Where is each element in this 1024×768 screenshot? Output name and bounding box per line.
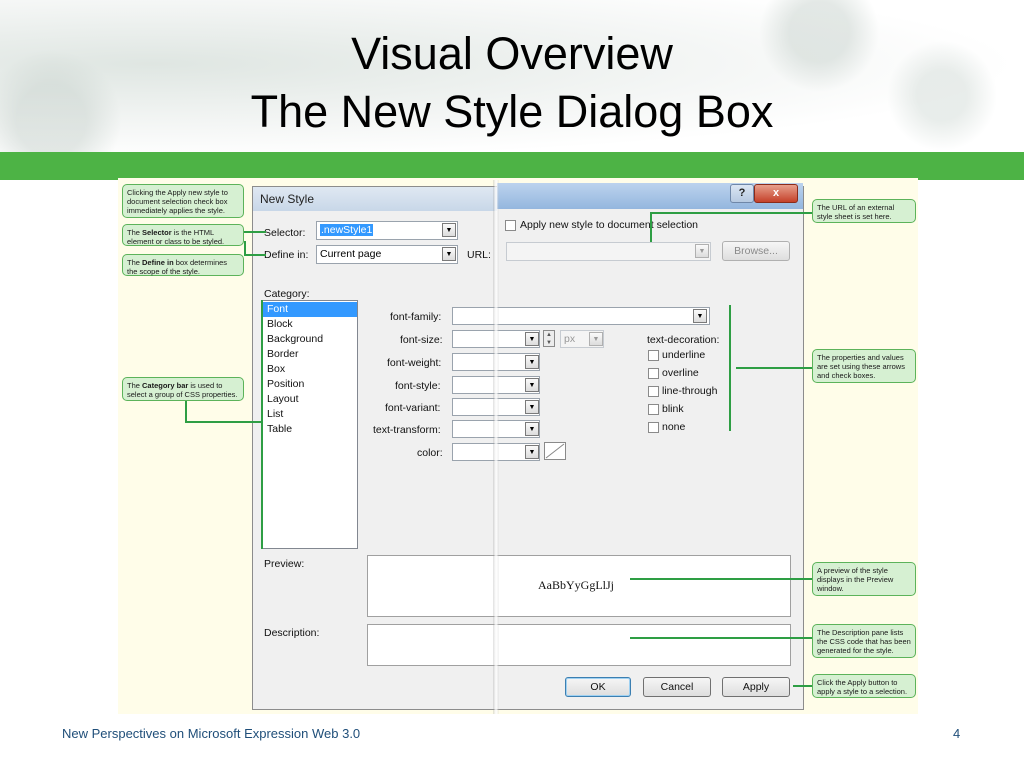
callout-url: The URL of an external style sheet is se… — [812, 199, 916, 223]
none-checkbox[interactable] — [648, 422, 659, 433]
font-style-dropdown-icon[interactable]: ▼ — [525, 378, 539, 392]
blink-checkbox[interactable] — [648, 404, 659, 415]
font-size-unit-dropdown-icon[interactable]: ▼ — [589, 332, 603, 346]
description-label: Description: — [264, 627, 320, 639]
color-dropdown-icon[interactable]: ▼ — [525, 445, 539, 459]
callout-category: The Category bar is used to select a gro… — [122, 377, 244, 401]
text-decoration-label: text-decoration: — [647, 334, 720, 346]
line-through-checkbox[interactable] — [648, 386, 659, 397]
selector-connector — [244, 231, 266, 233]
url-dropdown-icon[interactable]: ▼ — [695, 244, 709, 258]
category-item-layout[interactable]: Layout — [267, 393, 299, 405]
text-transform-label: text-transform: — [373, 424, 441, 436]
preview-connector — [630, 578, 812, 580]
selector-combobox[interactable]: .newStyle1 — [316, 221, 458, 240]
define-in-dropdown-icon[interactable]: ▼ — [442, 247, 456, 261]
underline-checkbox[interactable] — [648, 350, 659, 361]
preview-label: Preview: — [264, 558, 305, 570]
category-item-box[interactable]: Box — [267, 363, 285, 375]
font-family-dropdown-icon[interactable]: ▼ — [693, 309, 707, 323]
define-in-connector — [244, 254, 266, 256]
category-item-font[interactable]: Font — [267, 303, 288, 315]
callout-apply-checkbox: Clicking the Apply new style to document… — [122, 184, 244, 218]
define-in-label: Define in: — [264, 249, 309, 261]
font-family-label: font-family: — [390, 311, 442, 323]
close-button[interactable]: x — [754, 184, 798, 203]
cancel-button[interactable]: Cancel — [643, 677, 711, 697]
description-pane — [367, 624, 791, 666]
description-connector — [630, 637, 812, 639]
overline-label: overline — [662, 367, 699, 379]
slide-title-line2: The New Style Dialog Box — [250, 86, 774, 137]
ok-button[interactable]: OK — [565, 677, 631, 697]
browse-button[interactable]: Browse... — [722, 241, 790, 261]
font-style-label: font-style: — [395, 380, 441, 392]
font-size-label: font-size: — [400, 334, 443, 346]
selector-value: .newStyle1 — [320, 224, 374, 236]
color-swatch[interactable] — [544, 442, 566, 460]
preview-text: AaBbYyGgLlJj — [538, 578, 614, 592]
font-family-select[interactable] — [452, 307, 710, 325]
category-item-border[interactable]: Border — [267, 348, 299, 360]
category-item-background[interactable]: Background — [267, 333, 323, 345]
category-label: Category: — [264, 288, 310, 300]
font-weight-dropdown-icon[interactable]: ▼ — [525, 355, 539, 369]
line-through-label: line-through — [662, 385, 718, 397]
apply-button[interactable]: Apply — [722, 677, 790, 697]
help-button[interactable]: ? — [730, 184, 754, 203]
blink-label: blink — [662, 403, 684, 415]
font-variant-dropdown-icon[interactable]: ▼ — [525, 400, 539, 414]
properties-bracket — [729, 305, 731, 431]
apply-button-connector — [793, 685, 812, 687]
selector-label: Selector: — [264, 227, 306, 239]
font-size-spinner[interactable]: ▲ ▼ — [543, 330, 555, 347]
dialog-title: New Style — [260, 192, 315, 206]
green-divider-bar — [0, 152, 1024, 180]
url-input[interactable] — [506, 242, 711, 261]
category-item-block[interactable]: Block — [267, 318, 293, 330]
properties-connector — [736, 367, 812, 369]
text-transform-dropdown-icon[interactable]: ▼ — [525, 422, 539, 436]
selector-dropdown-icon[interactable]: ▼ — [442, 223, 456, 237]
underline-label: underline — [662, 349, 706, 361]
overline-checkbox[interactable] — [648, 368, 659, 379]
url-connector-vertical — [650, 212, 652, 242]
slide-title-line1: Visual Overview — [351, 28, 673, 79]
category-connector-vertical — [185, 400, 187, 422]
callout-define-in: The Define in box determines the scope o… — [122, 254, 244, 276]
font-variant-label: font-variant: — [385, 402, 441, 414]
screenshot-seam — [493, 180, 499, 714]
category-connector — [185, 421, 263, 423]
callout-selector: The Selector is the HTML element or clas… — [122, 224, 244, 246]
callout-properties: The properties and values are set using … — [812, 349, 916, 383]
callout-apply-button: Click the Apply button to apply a style … — [812, 674, 916, 698]
category-item-position[interactable]: Position — [267, 378, 304, 390]
category-item-list[interactable]: List — [267, 408, 283, 420]
url-label: URL: — [467, 249, 491, 261]
callout-preview: A preview of the style displays in the P… — [812, 562, 916, 596]
url-connector — [650, 212, 812, 214]
page-number: 4 — [953, 726, 961, 741]
font-weight-label: font-weight: — [387, 357, 442, 369]
define-in-connector-vertical — [244, 241, 246, 255]
callout-description: The Description pane lists the CSS code … — [812, 624, 916, 658]
font-size-dropdown-icon[interactable]: ▼ — [525, 332, 539, 346]
category-item-table[interactable]: Table — [267, 423, 292, 435]
category-bracket — [261, 300, 263, 549]
no-color-icon — [545, 443, 565, 459]
color-label: color: — [417, 447, 443, 459]
slide-footer: New Perspectives on Microsoft Expression… — [62, 726, 361, 741]
apply-style-label: Apply new style to document selection — [520, 219, 699, 231]
none-label: none — [662, 421, 686, 433]
apply-style-checkbox[interactable] — [505, 220, 516, 231]
define-in-select[interactable]: Current page — [316, 245, 458, 264]
